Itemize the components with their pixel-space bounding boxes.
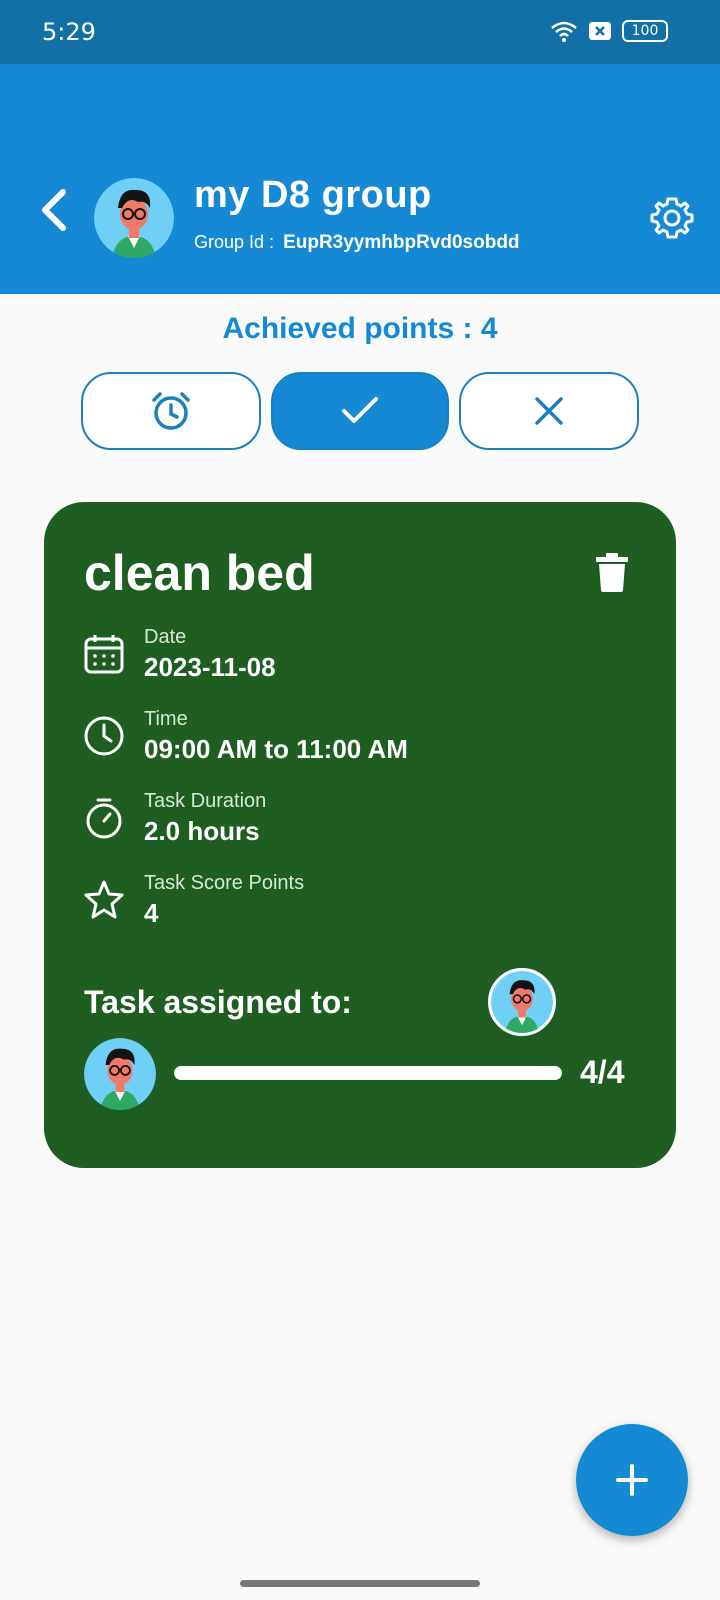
time-value: 09:00 AM to 11:00 AM bbox=[144, 734, 408, 764]
back-button[interactable] bbox=[32, 182, 76, 238]
date-label: Date bbox=[144, 626, 187, 648]
task-card[interactable]: clean bed Date 2023-11-08 Time 09:00 AM … bbox=[44, 502, 676, 1168]
timer-icon bbox=[86, 798, 122, 839]
star-icon bbox=[84, 880, 124, 919]
date-value: 2023-11-08 bbox=[144, 652, 276, 682]
task-title: clean bed bbox=[84, 545, 315, 601]
assignee-avatar[interactable] bbox=[488, 968, 556, 1036]
group-avatar[interactable] bbox=[94, 178, 174, 258]
achieved-points: Achieved points : 4 bbox=[222, 312, 498, 345]
group-name: my D8 group bbox=[194, 174, 432, 216]
member-avatar[interactable] bbox=[84, 1038, 156, 1110]
sim-x-icon bbox=[589, 22, 611, 40]
group-id-label: Group Id : bbox=[194, 232, 275, 252]
battery-level: 100 bbox=[631, 23, 659, 39]
app-bar: my D8 group Group Id : EupR3yymhbpRvd0so… bbox=[0, 64, 720, 294]
clock-icon bbox=[84, 716, 124, 756]
time-label: Time bbox=[144, 708, 188, 730]
filter-completed-button[interactable] bbox=[271, 372, 449, 450]
duration-label: Task Duration bbox=[144, 790, 267, 812]
status-time: 5:29 bbox=[42, 18, 96, 46]
progress-bar bbox=[174, 1066, 562, 1080]
chevron-left-icon bbox=[42, 189, 66, 231]
avatar-illustration bbox=[491, 971, 553, 1033]
avatar-illustration bbox=[94, 178, 174, 258]
filter-failed-button[interactable] bbox=[459, 372, 639, 450]
avatar-illustration bbox=[84, 1038, 156, 1110]
status-bar: 5:29 100 bbox=[0, 0, 720, 64]
points-label: Task Score Points bbox=[144, 872, 305, 894]
calendar-icon bbox=[84, 635, 124, 674]
gear-icon bbox=[650, 197, 694, 239]
filter-pending-button[interactable] bbox=[81, 372, 261, 450]
duration-value: 2.0 hours bbox=[144, 816, 260, 846]
check-icon bbox=[342, 397, 378, 423]
battery-icon: 100 bbox=[622, 20, 668, 42]
settings-button[interactable] bbox=[650, 196, 694, 240]
points-value: 4 bbox=[144, 898, 159, 928]
alarm-icon bbox=[152, 392, 190, 430]
home-indicator bbox=[240, 1580, 480, 1587]
group-id-row: Group Id : EupR3yymhbpRvd0sobdd bbox=[194, 232, 520, 254]
close-icon bbox=[535, 397, 563, 425]
assigned-label: Task assigned to: bbox=[84, 984, 352, 1020]
progress-fill bbox=[174, 1066, 562, 1080]
delete-button[interactable] bbox=[594, 552, 630, 592]
progress-text: 4/4 bbox=[580, 1054, 625, 1090]
plus-icon bbox=[616, 1464, 648, 1496]
wifi-icon bbox=[551, 21, 577, 42]
add-task-button[interactable] bbox=[576, 1424, 688, 1536]
status-icons: 100 bbox=[550, 20, 668, 42]
trash-icon bbox=[596, 553, 628, 592]
group-id-value: EupR3yymhbpRvd0sobdd bbox=[283, 232, 520, 253]
